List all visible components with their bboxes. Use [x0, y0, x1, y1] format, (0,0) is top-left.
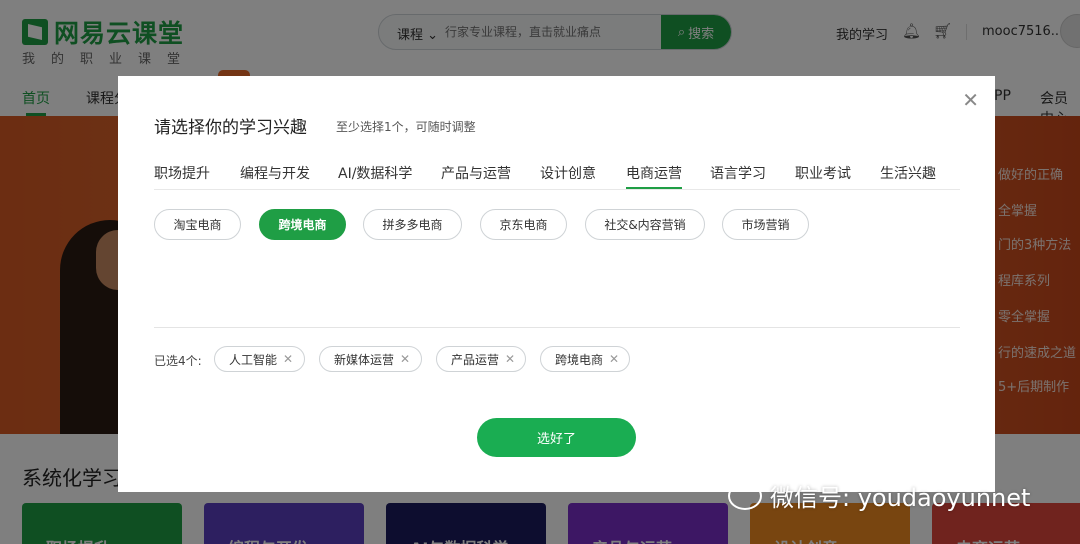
wechat-icon	[728, 481, 762, 510]
option-pinduoduo[interactable]: 拼多多电商	[363, 209, 462, 240]
modal-title: 请选择你的学习兴趣	[154, 118, 307, 138]
option-social-content[interactable]: 社交&内容营销	[585, 209, 705, 240]
chosen-chip: 产品运营 ✕	[436, 346, 526, 372]
option-taobao[interactable]: 淘宝电商	[154, 209, 241, 240]
remove-icon[interactable]: ✕	[283, 352, 293, 366]
option-jd[interactable]: 京东电商	[480, 209, 567, 240]
tab-career[interactable]: 职场提升	[154, 163, 210, 183]
chosen-count-label: 已选4个:	[154, 354, 202, 368]
interest-modal: ✕ 请选择你的学习兴趣 至少选择1个，可随时调整 职场提升 编程与开发 AI/数…	[118, 76, 995, 492]
chosen-chip: 跨境电商 ✕	[540, 346, 630, 372]
chosen-chip: 新媒体运营 ✕	[319, 346, 422, 372]
modal-hint: 至少选择1个，可随时调整	[336, 120, 476, 134]
tab-design[interactable]: 设计创意	[540, 163, 596, 183]
remove-icon[interactable]: ✕	[400, 352, 410, 366]
tab-exam[interactable]: 职业考试	[795, 163, 851, 183]
remove-icon[interactable]: ✕	[609, 352, 619, 366]
close-icon[interactable]: ✕	[962, 90, 979, 110]
tab-product-ops[interactable]: 产品与运营	[441, 163, 511, 183]
active-tab-indicator	[626, 187, 682, 189]
tab-lifestyle[interactable]: 生活兴趣	[880, 163, 936, 183]
tab-ecommerce[interactable]: 电商运营	[626, 163, 682, 183]
interest-tabs: 职场提升 编程与开发 AI/数据科学 产品与运营 设计创意 电商运营 语言学习 …	[154, 162, 960, 190]
tab-programming[interactable]: 编程与开发	[240, 163, 310, 183]
watermark: 微信号: youdaoyunnet	[728, 478, 1030, 513]
tab-language[interactable]: 语言学习	[710, 163, 766, 183]
confirm-button[interactable]: 选好了	[477, 418, 636, 457]
divider	[154, 327, 960, 328]
chosen-chip: 人工智能 ✕	[214, 346, 305, 372]
option-cross-border[interactable]: 跨境电商	[259, 209, 346, 240]
tab-ai-data[interactable]: AI/数据科学	[338, 163, 412, 183]
remove-icon[interactable]: ✕	[505, 352, 515, 366]
option-marketing[interactable]: 市场营销	[722, 209, 809, 240]
